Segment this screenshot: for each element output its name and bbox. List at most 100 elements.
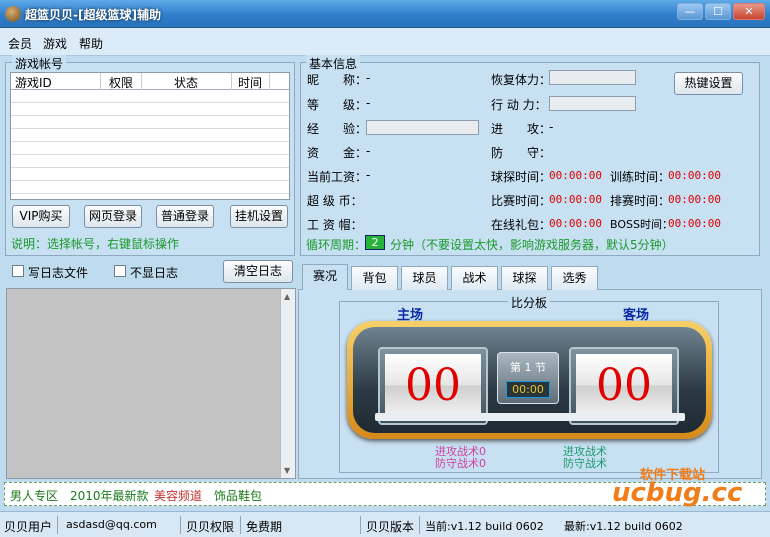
accounts-legend: 游戏帐号 bbox=[12, 55, 67, 72]
attack-label: 进 攻： bbox=[491, 122, 552, 136]
col-time[interactable]: 时间 bbox=[238, 74, 262, 91]
hide-log-label: 不显日志 bbox=[130, 266, 179, 280]
current-version: 当前:v1.12 build 0602 bbox=[425, 520, 544, 533]
action-label: 行 动 力： bbox=[491, 98, 547, 112]
table-header: 游戏ID 权限 状态 时间 bbox=[11, 73, 289, 90]
training-time-value: 00:00:00 bbox=[668, 169, 721, 182]
scroll-up-icon[interactable]: ▲ bbox=[284, 292, 290, 301]
ad-link[interactable]: 2010年最新款 bbox=[70, 487, 149, 504]
boss-time-label: BOSS时间： bbox=[610, 218, 673, 231]
salary-label: 当前工资： bbox=[307, 170, 368, 184]
user-email: asdasd@qq.com bbox=[66, 518, 157, 531]
minimize-button[interactable]: — bbox=[677, 3, 703, 20]
menu-game[interactable]: 游戏 bbox=[43, 35, 67, 52]
level-label: 等 级： bbox=[307, 98, 368, 112]
nickname-value: - bbox=[366, 71, 371, 85]
ad-link[interactable]: 美容频道 bbox=[154, 487, 202, 504]
schedule-time-value: 00:00:00 bbox=[668, 193, 721, 206]
clear-log-button[interactable]: 清空日志 bbox=[223, 260, 293, 283]
version-label: 贝贝版本 bbox=[366, 520, 415, 534]
permission-value: 免费期 bbox=[246, 520, 283, 534]
title-bar[interactable]: 超篮贝贝-[超级篮球]辅助 — ☐ ✕ bbox=[0, 0, 770, 28]
period-label: 第 1 节 bbox=[510, 361, 546, 374]
accounts-table[interactable]: 游戏ID 权限 状态 时间 bbox=[10, 72, 290, 200]
write-log-label: 写日志文件 bbox=[28, 266, 89, 280]
funds-value: - bbox=[366, 144, 371, 158]
tab-players[interactable]: 球员 bbox=[401, 266, 448, 290]
ad-link[interactable]: 男人专区 bbox=[10, 487, 58, 504]
ad-link[interactable]: 饰品鞋包 bbox=[214, 487, 262, 504]
tab-bag[interactable]: 背包 bbox=[351, 266, 398, 290]
action-field bbox=[549, 96, 636, 111]
game-clock: 00:00 bbox=[506, 381, 550, 398]
status-divider bbox=[240, 516, 241, 534]
nickname-label: 昵 称： bbox=[307, 73, 368, 87]
defense-label: 防 守： bbox=[491, 146, 552, 160]
close-button[interactable]: ✕ bbox=[733, 3, 765, 20]
vip-buy-button[interactable]: VIP购买 bbox=[12, 205, 70, 228]
col-status[interactable]: 状态 bbox=[174, 74, 198, 91]
schedule-time-label: 排赛时间： bbox=[610, 194, 671, 208]
stamina-label: 恢复体力： bbox=[491, 73, 552, 87]
scout-time-label: 球探时间： bbox=[491, 170, 552, 184]
status-divider bbox=[419, 516, 420, 534]
home-score: 00 bbox=[385, 354, 481, 418]
attack-value: - bbox=[549, 120, 554, 134]
table-rows bbox=[11, 90, 289, 199]
menu-help[interactable]: 帮助 bbox=[79, 35, 103, 52]
level-value: - bbox=[366, 96, 371, 110]
boss-time-value: 00:00:00 bbox=[668, 217, 721, 230]
watermark-logo: ucbug.cc bbox=[612, 478, 743, 508]
hide-log-checkbox[interactable] bbox=[114, 265, 126, 277]
period-panel: 第 1 节 00:00 bbox=[497, 352, 559, 404]
scroll-down-icon[interactable]: ▼ bbox=[284, 466, 290, 475]
accounts-hint: 说明：选择帐号，右键鼠标操作 bbox=[11, 237, 180, 251]
menu-member[interactable]: 会员 bbox=[8, 35, 32, 52]
normal-login-button[interactable]: 普通登录 bbox=[156, 205, 214, 228]
salary-value: - bbox=[366, 168, 371, 182]
basic-info-legend: 基本信息 bbox=[306, 55, 361, 72]
tab-scout[interactable]: 球探 bbox=[501, 266, 548, 290]
away-defense-tactic: 防守战术 bbox=[563, 457, 607, 470]
training-time-label: 训练时间： bbox=[610, 170, 671, 184]
scoreboard-legend: 比分板 bbox=[508, 294, 551, 311]
idle-settings-button[interactable]: 挂机设置 bbox=[230, 205, 288, 228]
cycle-note: 分钟（不要设置太快，影响游戏服务器，默认5分钟） bbox=[390, 238, 674, 252]
log-area[interactable]: ▲ ▼ bbox=[6, 288, 296, 479]
scout-time-value: 00:00:00 bbox=[549, 169, 602, 182]
away-score: 00 bbox=[576, 354, 672, 418]
col-permission[interactable]: 权限 bbox=[109, 74, 133, 91]
stamina-field bbox=[549, 70, 636, 85]
salary-cap-label: 工 资 帽： bbox=[307, 218, 363, 232]
status-divider bbox=[57, 516, 58, 534]
hotkey-settings-button[interactable]: 热键设置 bbox=[674, 72, 743, 95]
tab-draft[interactable]: 选秀 bbox=[551, 266, 598, 290]
cycle-label: 循环周期： bbox=[306, 238, 367, 252]
col-game-id[interactable]: 游戏ID bbox=[15, 74, 52, 91]
latest-version: 最新:v1.12 build 0602 bbox=[564, 520, 683, 533]
tab-match[interactable]: 赛况 bbox=[302, 264, 348, 290]
match-time-value: 00:00:00 bbox=[549, 193, 602, 206]
status-bar: 贝贝用户 asdasd@qq.com 贝贝权限 免费期 贝贝版本 当前:v1.1… bbox=[0, 511, 770, 537]
gift-time-label: 在线礼包： bbox=[491, 218, 552, 232]
status-divider bbox=[180, 516, 181, 534]
menu-bar: 会员 游戏 帮助 bbox=[0, 28, 770, 56]
funds-label: 资 金： bbox=[307, 146, 368, 160]
write-log-checkbox[interactable] bbox=[12, 265, 24, 277]
status-divider bbox=[360, 516, 361, 534]
window-title: 超篮贝贝-[超级篮球]辅助 bbox=[25, 8, 161, 22]
tab-tactics[interactable]: 战术 bbox=[451, 266, 498, 290]
exp-label: 经 验： bbox=[307, 122, 368, 136]
log-scrollbar[interactable]: ▲ ▼ bbox=[280, 289, 295, 478]
match-time-label: 比赛时间： bbox=[491, 194, 552, 208]
cycle-input[interactable]: 2 bbox=[365, 235, 385, 250]
user-label: 贝贝用户 bbox=[4, 520, 53, 534]
exp-field bbox=[366, 120, 479, 135]
scoreboard-bar bbox=[375, 413, 685, 421]
maximize-button[interactable]: ☐ bbox=[705, 3, 731, 20]
gift-time-value: 00:00:00 bbox=[549, 217, 602, 230]
home-defense-tactic: 防守战术0 bbox=[435, 457, 486, 470]
web-login-button[interactable]: 网页登录 bbox=[84, 205, 142, 228]
permission-label: 贝贝权限 bbox=[186, 520, 235, 534]
super-coin-label: 超 级 币： bbox=[307, 194, 363, 208]
